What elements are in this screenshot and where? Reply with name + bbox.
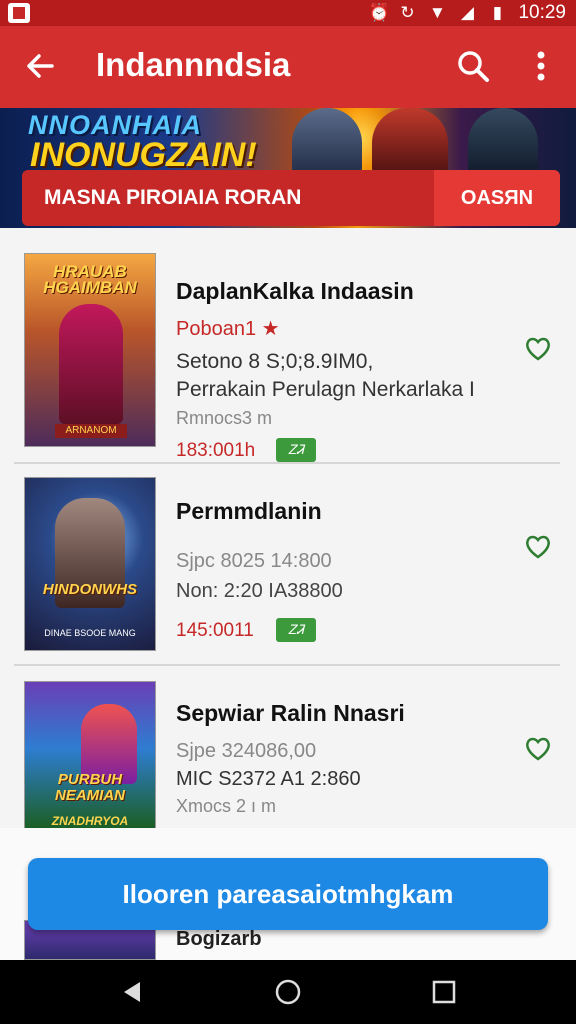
alarm-icon: ⏰ xyxy=(368,3,390,22)
list-item[interactable]: PURBUH NEAMIAN ZNADHRYOA Sepwiar Ralin N… xyxy=(14,678,560,831)
banner-category-label: MASNA PIROIAIA RORAN xyxy=(44,186,302,209)
banner-character-1 xyxy=(292,108,362,178)
game-size: Sjpe 324086,00 xyxy=(176,740,317,762)
game-cover-image: PURBUH NEAMIAN ZNADHRYOA xyxy=(24,681,156,831)
primary-action-button[interactable]: Ilooren pareasaiotmhgkam xyxy=(28,858,548,930)
page-title: Indannndsia xyxy=(96,46,291,83)
cover-label: DINAE BSOOE MANG xyxy=(44,628,136,638)
cover-title: HRAUAB HGAIMBAN xyxy=(43,262,137,297)
download-badge[interactable]: ᏃᏘ xyxy=(276,618,316,642)
game-size: Setono 8 S;0;8.9IM0, xyxy=(176,350,374,373)
cover-title: HINDONWHS xyxy=(42,581,138,598)
app-toolbar: Indannndsia xyxy=(0,26,576,108)
game-title: Sepwiar Ralin Nnasri xyxy=(176,700,405,726)
game-cover-image: HINDONWHS DINAE BSOOE MANG xyxy=(24,477,156,651)
game-cover-image: HRAUAB HGAIMBAN ARNANOM xyxy=(24,253,156,447)
game-price: 145:0011 xyxy=(176,620,254,641)
game-description: Perrakain Perulagn Nerkarlaka I xyxy=(176,378,475,401)
list-divider xyxy=(14,664,560,666)
battery-icon: ▮ xyxy=(492,3,503,22)
game-extra-info: Rmnocs3 m xyxy=(176,408,273,428)
cover-label: ARNANOM xyxy=(55,424,127,438)
game-price: 183:001h xyxy=(176,440,256,461)
game-title: DaplanKalka Indaasin xyxy=(176,278,414,304)
banner-character-2 xyxy=(372,108,448,178)
recents-nav-icon[interactable] xyxy=(430,978,458,1006)
banner-tab-button[interactable]: OASЯN xyxy=(434,170,560,226)
status-bar: ⏰ ↻ ▼ ◢ ▮ 10:29 xyxy=(0,0,576,26)
favorite-icon[interactable] xyxy=(522,732,554,764)
peek-item-title: Bogizarb xyxy=(176,928,262,950)
sync-icon: ↻ xyxy=(400,3,415,22)
game-size: Sjpc 8025 14:800 xyxy=(176,550,332,572)
system-navigation-bar xyxy=(0,960,576,1024)
wifi-icon: ▼ xyxy=(429,3,446,22)
game-version: MIC S2372 A1 2:860 xyxy=(176,768,361,790)
search-icon[interactable] xyxy=(455,48,491,84)
game-title: Permmdlanin xyxy=(176,498,322,524)
game-extra-info: Xmocs 2 ı m xyxy=(176,796,277,816)
list-divider xyxy=(14,462,560,464)
cover-label: ZNADHRYOA xyxy=(51,814,129,828)
promo-banner[interactable]: NNOANHAIA INONUGZAIN! MASNA PIROIAIA ROR… xyxy=(0,108,576,228)
list-item[interactable]: HRAUAB HGAIMBAN ARNANOM DaplanKalka Inda… xyxy=(14,250,560,464)
cover-title: PURBUH NEAMIAN xyxy=(55,771,125,804)
list-item[interactable]: HINDONWHS DINAE BSOOE MANG Permmdlanin S… xyxy=(14,474,560,664)
home-nav-icon[interactable] xyxy=(274,978,302,1006)
status-icons: ⏰ ↻ ▼ ◢ ▮ 10:29 xyxy=(368,2,566,24)
app-notification-icon xyxy=(8,3,30,23)
game-version: Non: 2:20 IA38800 xyxy=(176,580,343,602)
more-options-icon[interactable] xyxy=(526,48,556,84)
cover-character xyxy=(59,304,123,424)
back-nav-icon[interactable] xyxy=(118,978,146,1006)
favorite-icon[interactable] xyxy=(522,332,554,364)
game-rating: Poboan1 ★ xyxy=(176,318,280,340)
signal-icon: ◢ xyxy=(460,3,474,22)
download-badge[interactable]: ᏃᏘ xyxy=(276,438,316,462)
favorite-icon[interactable] xyxy=(522,530,554,562)
back-arrow-icon[interactable] xyxy=(22,48,58,84)
banner-category-bar[interactable]: MASNA PIROIAIA RORAN xyxy=(22,170,434,226)
banner-character-3 xyxy=(468,108,538,178)
status-time: 10:29 xyxy=(518,2,566,23)
